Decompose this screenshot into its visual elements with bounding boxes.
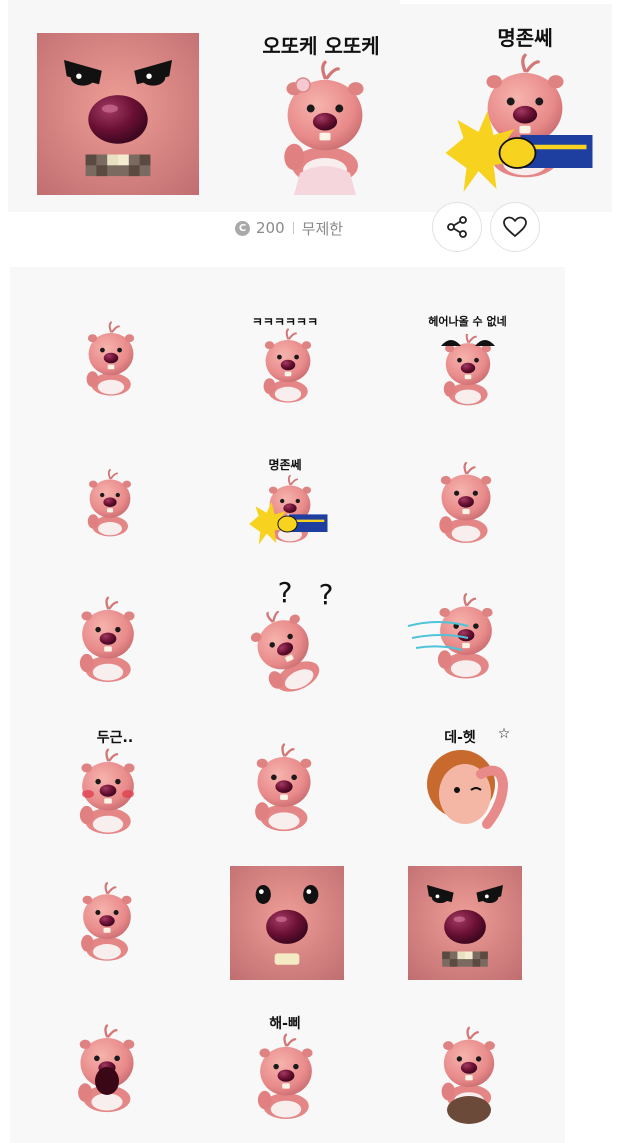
divider [292, 222, 294, 234]
featured-sticker-angry-face[interactable] [37, 33, 199, 195]
featured-sticker-slap[interactable] [440, 48, 595, 195]
sticker-question-mark-1: ? [277, 576, 293, 609]
sticker-6-side[interactable] [430, 460, 502, 548]
sticker-12-girl-wink[interactable] [415, 744, 510, 838]
sticker-17-happy[interactable] [248, 1032, 324, 1124]
share-button[interactable] [432, 202, 482, 252]
sticker-caption-myeongjonsse: 명존쎄 [268, 458, 302, 472]
sticker-8-confused[interactable] [238, 608, 334, 694]
sticker-3-hair[interactable] [433, 334, 503, 406]
coin-icon: C [235, 220, 250, 236]
sticker-4-thinking[interactable] [80, 460, 140, 548]
sticker-18-back-turned[interactable] [432, 1015, 506, 1125]
share-icon [447, 216, 467, 238]
sticker-1-plain[interactable] [78, 315, 144, 405]
duration-label: 무제한 [301, 219, 344, 238]
sticker-question-mark-2: ? [318, 578, 334, 611]
sticker-13-surprised[interactable] [72, 868, 142, 978]
price-value: 200 [256, 219, 285, 237]
sticker-caption-dugeun: 두근.. [96, 730, 134, 746]
sticker-10-blush[interactable] [70, 748, 146, 838]
like-button[interactable] [490, 202, 540, 252]
heart-icon [503, 216, 527, 238]
sticker-9-wind[interactable] [408, 580, 504, 695]
featured-caption-myeongjonsse: 명존쎄 [497, 26, 553, 50]
sticker-16-shouting[interactable] [68, 1015, 146, 1125]
price-row: C 200 무제한 [235, 217, 343, 239]
sticker-caption-hair: 헤어나올 수 없네 [428, 315, 507, 328]
sticker-2-laughing[interactable] [255, 328, 321, 406]
sticker-14-big-calm-face[interactable] [230, 866, 344, 980]
star-icon: ☆ [497, 726, 511, 742]
sticker-caption-happy: 해-삐 [269, 1016, 301, 1032]
top-edge [400, 0, 612, 4]
sticker-5-slap[interactable] [240, 472, 335, 548]
featured-sticker-crying-girl[interactable] [270, 55, 380, 195]
sticker-7-smirk[interactable] [70, 587, 146, 695]
sticker-15-big-angry-face[interactable] [408, 866, 522, 980]
sticker-11-eating[interactable] [245, 740, 323, 838]
